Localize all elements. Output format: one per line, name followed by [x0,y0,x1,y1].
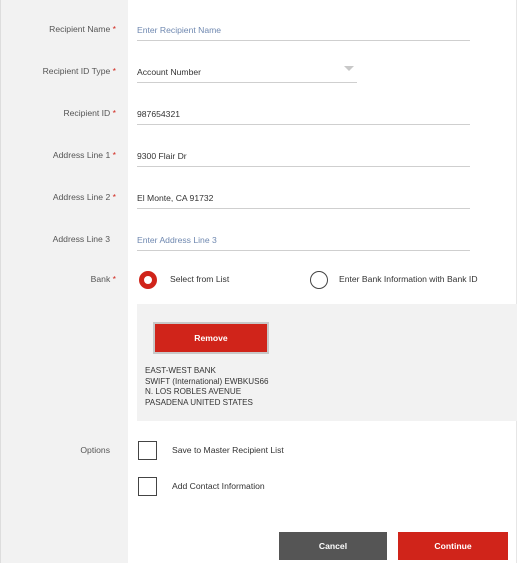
address-line-3-placeholder: Enter Address Line 3 [137,235,217,245]
required-marker: * [112,66,116,76]
recipient-id-input[interactable]: 987654321 [137,104,470,125]
recipient-name-placeholder: Enter Recipient Name [137,25,222,35]
required-marker: * [112,150,116,160]
bank-name: EAST-WEST BANK [145,366,216,375]
recipient-id-value: 987654321 [137,109,181,119]
save-master-checkbox[interactable] [138,441,157,460]
continue-button[interactable]: Continue [398,532,508,560]
required-marker: * [112,192,116,202]
scrollbar[interactable] [516,0,527,563]
address-line-2-label: Address Line 2 * [0,192,116,202]
address-line-2-label-text: Address Line 2 [52,192,111,202]
remove-button[interactable]: Remove [155,324,267,352]
enter-bank-info-radio[interactable] [310,271,328,289]
address-line-1-input[interactable]: 9300 Flair Dr [137,146,470,167]
required-marker: * [112,274,116,284]
recipient-name-input[interactable]: Enter Recipient Name [137,20,470,41]
address-line-3-input[interactable]: Enter Address Line 3 [137,230,470,251]
selected-bank-panel: Remove EAST-WEST BANK SWIFT (Internation… [137,304,517,421]
select-from-list-label[interactable]: Select from List [170,274,229,284]
bank-details: EAST-WEST BANK SWIFT (International) EWB… [145,366,269,408]
bank-label: Bank * [0,274,116,284]
recipient-name-label-text: Recipient Name [49,24,111,34]
address-line-1-label: Address Line 1 * [0,150,116,160]
bank-city-country: PASADENA UNITED STATES [145,397,253,407]
options-label-text: Options [80,445,110,455]
recipient-id-type-label: Recipient ID Type * [0,66,116,76]
bank-label-text: Bank [90,274,111,284]
select-from-list-radio[interactable] [139,271,157,289]
save-master-label[interactable]: Save to Master Recipient List [172,445,284,455]
recipient-id-label-text: Recipient ID [63,108,111,118]
add-contact-checkbox[interactable] [138,477,157,496]
address-line-3-label-text: Address Line 3 [52,234,110,244]
bank-street: N. LOS ROBLES AVENUE [145,387,242,397]
chevron-down-icon [344,66,354,71]
enter-bank-info-label[interactable]: Enter Bank Information with Bank ID [339,274,478,284]
address-line-3-label: Address Line 3 [0,234,110,244]
cancel-button[interactable]: Cancel [279,532,387,560]
recipient-id-label: Recipient ID * [0,108,116,118]
address-line-1-value: 9300 Flair Dr [137,151,187,161]
address-line-2-value: El Monte, CA 91732 [137,193,214,203]
options-label: Options [0,445,110,455]
address-line-1-label-text: Address Line 1 [52,150,111,160]
required-marker: * [112,24,116,34]
recipient-id-type-value: Account Number [137,67,202,77]
bank-swift: SWIFT (International) EWBKUS66 [145,376,269,386]
add-contact-label[interactable]: Add Contact Information [172,481,265,491]
address-line-2-input[interactable]: El Monte, CA 91732 [137,188,470,209]
recipient-id-type-label-text: Recipient ID Type [42,66,111,76]
recipient-id-type-select[interactable]: Account Number [137,62,357,83]
required-marker: * [112,108,116,118]
recipient-name-label: Recipient Name * [0,24,116,34]
